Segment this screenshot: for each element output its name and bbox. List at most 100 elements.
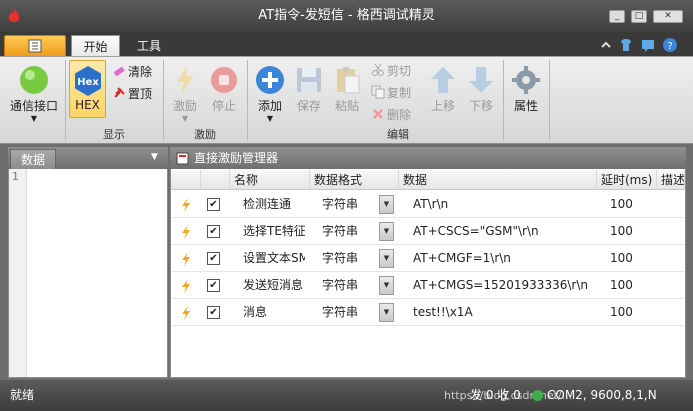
col-header-desc[interactable]: 描述 [657,170,685,190]
excite-button[interactable]: 激励 ▼ [167,60,203,124]
copy-label: 复制 [387,86,412,100]
hex-icon-text: Hex [77,77,99,88]
row-data[interactable]: AT\r\n [413,191,598,218]
row-delay[interactable]: 100 [610,245,650,272]
lightning-icon[interactable] [180,305,192,321]
row-format[interactable]: 字符串 [322,272,372,299]
cut-button[interactable]: 剪切 [371,62,411,80]
row-data[interactable]: AT+CMGF=1\r\n [413,245,598,272]
lightning-icon[interactable] [180,251,192,267]
move-down-button[interactable]: 下移 [463,60,499,124]
col-header-delay[interactable]: 延时(ms) [597,170,657,190]
pin-top-label: 置顶 [128,87,153,101]
excite-label: 激励 [172,99,197,113]
data-panel-tab[interactable]: 数据 [10,149,56,169]
add-dropdown-arrow: ▼ [266,114,274,123]
paste-clipboard-icon [337,67,360,94]
row-checkbox[interactable]: ✔ [207,198,220,211]
manager-icon [176,152,189,165]
status-ready: 就绪 [10,388,35,402]
pin-top-button[interactable]: 置顶 [112,85,152,103]
row-checkbox[interactable]: ✔ [207,279,220,292]
comm-port-button[interactable]: 通信接口 ▼ [6,60,62,124]
row-name[interactable]: 消息 [243,299,305,326]
status-counters: 发 0 收 0 [470,388,521,402]
gear-icon [512,66,540,94]
move-up-button[interactable]: 上移 [425,60,461,124]
row-delay[interactable]: 100 [610,191,650,218]
clear-button[interactable]: 清除 [112,63,152,81]
copy-button[interactable]: 复制 [371,84,411,102]
stop-label: 停止 [211,99,236,113]
col-header-check[interactable] [201,170,230,190]
table-row[interactable]: ✔ 设置文本SMS 字符串 ▼ AT+CMGF=1\r\n 100 [171,245,685,272]
properties-button[interactable]: 属性 [506,60,546,124]
collapse-ribbon-icon[interactable] [598,37,614,53]
lightning-icon[interactable] [180,224,192,240]
row-delay[interactable]: 100 [610,272,650,299]
table-row[interactable]: ✔ 发送短消息 字符串 ▼ AT+CMGS=15201933336\r\n 10… [171,272,685,299]
message-icon[interactable] [640,37,656,53]
add-button[interactable]: 添加 ▼ [251,60,289,124]
skin-shirt-icon[interactable] [618,37,634,53]
close-button[interactable]: ✕ [653,10,683,23]
tab-tools[interactable]: 工具 [126,35,172,57]
clear-label: 清除 [128,65,153,79]
row-name[interactable]: 设置文本SMS [243,245,305,272]
col-header-icon[interactable] [171,170,201,190]
row-format[interactable]: 字符串 [322,245,372,272]
row-format[interactable]: 字符串 [322,299,372,326]
table-row[interactable]: ✔ 选择TE特征 字符串 ▼ AT+CSCS="GSM"\r\n 100 [171,218,685,245]
tab-start[interactable]: 开始 [71,35,120,57]
minimize-button[interactable]: _ [609,10,625,23]
col-header-data[interactable]: 数据 [399,170,597,190]
table-row[interactable]: ✔ 检测连通 字符串 ▼ AT\r\n 100 [171,191,685,218]
scissors-icon [372,63,384,76]
row-data[interactable]: AT+CMGS=15201933336\r\n [413,272,598,299]
save-button[interactable]: 保存 [291,60,327,124]
comm-port-label: 通信接口 [9,99,58,113]
row-name[interactable]: 选择TE特征 [243,218,305,245]
app-menu-button[interactable] [4,35,66,57]
format-dropdown-button[interactable]: ▼ [379,303,394,322]
col-header-format[interactable]: 数据格式 [310,170,399,190]
row-name[interactable]: 检测连通 [243,191,305,218]
format-dropdown-button[interactable]: ▼ [379,195,394,214]
maximize-button[interactable]: □ [631,10,647,23]
stop-icon [211,67,237,93]
row-delay[interactable]: 100 [610,218,650,245]
excite-dropdown-arrow: ▼ [181,114,189,123]
arrow-up-icon [431,67,455,93]
connection-ball-icon [20,66,48,94]
stop-button[interactable]: 停止 [205,60,243,124]
eraser-icon [113,66,125,77]
row-checkbox[interactable]: ✔ [207,252,220,265]
format-dropdown-button[interactable]: ▼ [379,276,394,295]
row-name[interactable]: 发送短消息 [243,272,305,299]
row-data[interactable]: AT+CSCS="GSM"\r\n [413,218,598,245]
row-format[interactable]: 字符串 [322,218,372,245]
app-menu-icon [28,39,42,53]
paste-button[interactable]: 粘贴 [329,60,365,124]
add-plus-icon [256,66,284,94]
add-label: 添加 [257,99,282,113]
row-data[interactable]: test!!\x1A [413,299,598,326]
lightning-icon[interactable] [180,278,192,294]
panel-dropdown-icon[interactable]: ▼ [151,152,158,162]
col-header-name[interactable]: 名称 [230,170,310,190]
line-number-gutter [9,169,27,377]
data-editor[interactable] [30,170,166,376]
hex-toggle-button[interactable]: Hex HEX [69,60,106,118]
row-delay[interactable]: 100 [610,299,650,326]
row-checkbox[interactable]: ✔ [207,306,220,319]
format-dropdown-button[interactable]: ▼ [379,222,394,241]
row-checkbox[interactable]: ✔ [207,225,220,238]
pin-icon [114,87,125,98]
lightning-icon[interactable] [180,197,192,213]
help-icon[interactable]: ? [662,37,678,53]
delete-button[interactable]: 删除 [371,106,411,124]
format-dropdown-button[interactable]: ▼ [379,249,394,268]
save-disk-icon [297,68,321,92]
table-row[interactable]: ✔ 消息 字符串 ▼ test!!\x1A 100 [171,299,685,326]
row-format[interactable]: 字符串 [322,191,372,218]
